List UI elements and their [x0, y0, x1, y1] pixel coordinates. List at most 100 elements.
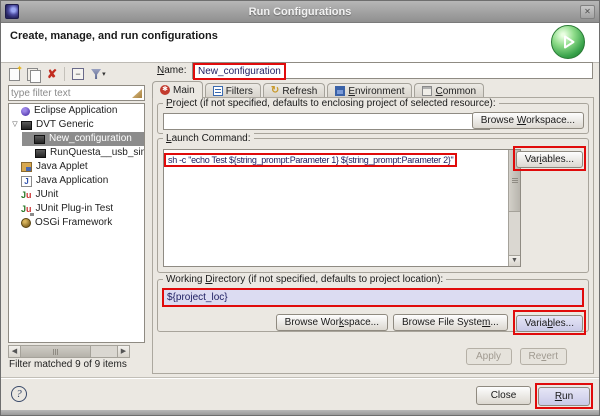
run-configurations-play-icon	[551, 25, 585, 59]
name-label: Name:	[157, 65, 187, 76]
tree-item-label: New_configuration	[49, 133, 132, 144]
tree-item-new-configuration[interactable]: New_configuration	[22, 132, 144, 146]
tree-item-label: Java Application	[36, 175, 109, 186]
java-application-icon: J	[21, 175, 32, 187]
eclipse-icon	[5, 4, 19, 19]
name-value: New_configuration	[198, 66, 281, 77]
tree-item-dvt-generic[interactable]: ▽ DVT Generic	[9, 118, 144, 132]
tab-environment[interactable]: Environment	[327, 83, 413, 98]
launch-command-value: sh -c "echo Test ${string_prompt:Paramet…	[168, 155, 454, 165]
main-tab-icon: ✱	[160, 85, 170, 95]
browse-file-system-button[interactable]: Browse File System...	[392, 314, 508, 331]
browse-workspace-button-bottom[interactable]: Browse Workspace...	[275, 314, 388, 331]
tree-item-java-applet[interactable]: Java Applet	[9, 160, 144, 174]
tab-main[interactable]: ✱ Main	[152, 81, 203, 98]
close-button[interactable]: Close	[476, 386, 531, 405]
dvt-config-icon	[35, 148, 46, 158]
revert-button[interactable]: Revert	[519, 348, 567, 365]
collapse-all-icon[interactable]: −	[72, 68, 85, 80]
dvt-generic-icon	[21, 120, 32, 130]
project-input[interactable]	[163, 113, 490, 130]
working-directory-group: Working Directory (if not specified, def…	[157, 274, 589, 335]
browse-workspace-button[interactable]: Browse Workspace...	[471, 112, 584, 129]
chevron-down-icon: ▾	[102, 71, 106, 78]
filter-field	[8, 85, 145, 101]
tree-horizontal-scrollbar[interactable]: ◀ ▶	[8, 345, 130, 358]
working-directory-label: Working Directory (if not specified, def…	[163, 274, 447, 285]
annotation-box-command: sh -c "echo Test ${string_prompt:Paramet…	[164, 153, 458, 167]
duplicate-configuration-icon[interactable]	[27, 67, 41, 83]
funnel-icon	[91, 69, 102, 79]
tree-item-junit-plugin-test[interactable]: Ju JUnit Plug-in Test	[9, 202, 144, 216]
junit-icon: Ju	[21, 190, 32, 200]
delete-configuration-icon[interactable]: ✘	[47, 67, 57, 81]
osgi-framework-icon	[21, 218, 31, 228]
clear-filter-icon[interactable]	[132, 89, 142, 98]
filter-input[interactable]	[11, 87, 125, 99]
tab-refresh[interactable]: ↻ Refresh	[262, 83, 326, 98]
dvt-config-icon	[34, 134, 45, 144]
scroll-down-icon[interactable]: ▼	[509, 255, 520, 266]
apply-revert-row: Apply Revert	[465, 348, 567, 365]
launch-command-label: Launch Command:	[163, 133, 254, 144]
scrollbar-thumb[interactable]	[21, 346, 91, 357]
tree-item-java-application[interactable]: J Java Application	[9, 174, 144, 188]
main-tab-content: Project (if not specified, defaults to e…	[152, 97, 594, 374]
java-applet-icon	[21, 162, 32, 172]
tree-item-osgi-framework[interactable]: OSGi Framework	[9, 216, 144, 230]
variables-button-bottom[interactable]: Variables...	[515, 315, 583, 332]
annotation-box-run: Run	[535, 383, 593, 409]
window-title: Run Configurations	[248, 5, 352, 18]
tree-item-label: DVT Generic	[36, 119, 94, 130]
refresh-tab-icon: ↻	[270, 85, 280, 96]
title-bar[interactable]: Run Configurations ✕	[1, 1, 599, 23]
tab-common[interactable]: Common	[414, 83, 485, 98]
play-triangle-icon	[564, 35, 575, 49]
tree-item-label: Eclipse Application	[34, 105, 118, 116]
annotation-box-name-value: New_configuration	[193, 63, 286, 80]
tree-item-junit[interactable]: Ju JUnit	[9, 188, 144, 202]
annotation-box-variables-bottom: Variables...	[512, 310, 586, 335]
footer-separator	[1, 377, 599, 378]
environment-tab-icon	[335, 86, 346, 96]
filters-tab-icon	[212, 86, 223, 96]
common-tab-icon	[422, 86, 433, 96]
tree-item-label: Java Applet	[36, 161, 88, 172]
filter-menu-button[interactable]: ▾	[91, 69, 106, 79]
tree-item-runquesta[interactable]: RunQuesta__usb_sim_mo	[9, 146, 144, 160]
launch-command-group: Launch Command: sh -c "echo Test ${strin…	[157, 133, 589, 273]
config-tabs: ✱ Main Filters ↻ Refresh Environment Com…	[152, 81, 486, 98]
config-toolbar: ✦ ✘ − ▾	[9, 64, 106, 83]
scrollbar-track[interactable]	[91, 346, 117, 357]
project-group: Project (if not specified, defaults to e…	[157, 98, 589, 134]
name-field[interactable]: New_configuration	[192, 62, 593, 80]
tab-filters[interactable]: Filters	[204, 83, 261, 98]
toolbar-separator	[64, 67, 66, 81]
filter-status: Filter matched 9 of 9 items	[9, 359, 127, 370]
annotation-box-variables-top: Variables...	[512, 146, 586, 171]
project-group-label: Project (if not specified, defaults to e…	[163, 98, 499, 109]
launch-command-textarea[interactable]: sh -c "echo Test ${string_prompt:Paramet…	[163, 149, 521, 267]
dialog-header: Create, manage, and run configurations	[1, 23, 599, 63]
tree-item-label: JUnit Plug-in Test	[35, 203, 114, 214]
run-button[interactable]: Run	[538, 387, 590, 406]
tree-item-label: OSGi Framework	[35, 217, 113, 228]
help-icon[interactable]: ?	[11, 386, 27, 402]
apply-button[interactable]: Apply	[465, 348, 512, 365]
dialog-header-title: Create, manage, and run configurations	[10, 30, 218, 42]
scroll-right-icon[interactable]: ▶	[117, 346, 129, 357]
close-icon[interactable]: ✕	[580, 5, 595, 19]
junit-plugin-icon: Ju	[21, 204, 33, 216]
expander-icon[interactable]: ▽	[9, 118, 21, 132]
eclipse-application-icon	[21, 106, 30, 116]
configuration-tree: Eclipse Application ▽ DVT Generic New_co…	[8, 103, 145, 343]
working-directory-input[interactable]: ${project_loc}	[162, 288, 584, 307]
tree-item-label: JUnit	[35, 189, 59, 200]
tree-item-label: RunQuesta__usb_sim_mo	[50, 147, 144, 158]
scroll-left-icon[interactable]: ◀	[9, 346, 21, 357]
run-configurations-dialog: Run Configurations ✕ Create, manage, and…	[0, 0, 600, 416]
tree-item-eclipse-application[interactable]: Eclipse Application	[9, 104, 144, 118]
new-configuration-icon[interactable]: ✦	[9, 64, 23, 81]
working-directory-buttons: Browse Workspace... Browse File System..…	[275, 310, 586, 335]
variables-button-top[interactable]: Variables...	[515, 151, 583, 168]
